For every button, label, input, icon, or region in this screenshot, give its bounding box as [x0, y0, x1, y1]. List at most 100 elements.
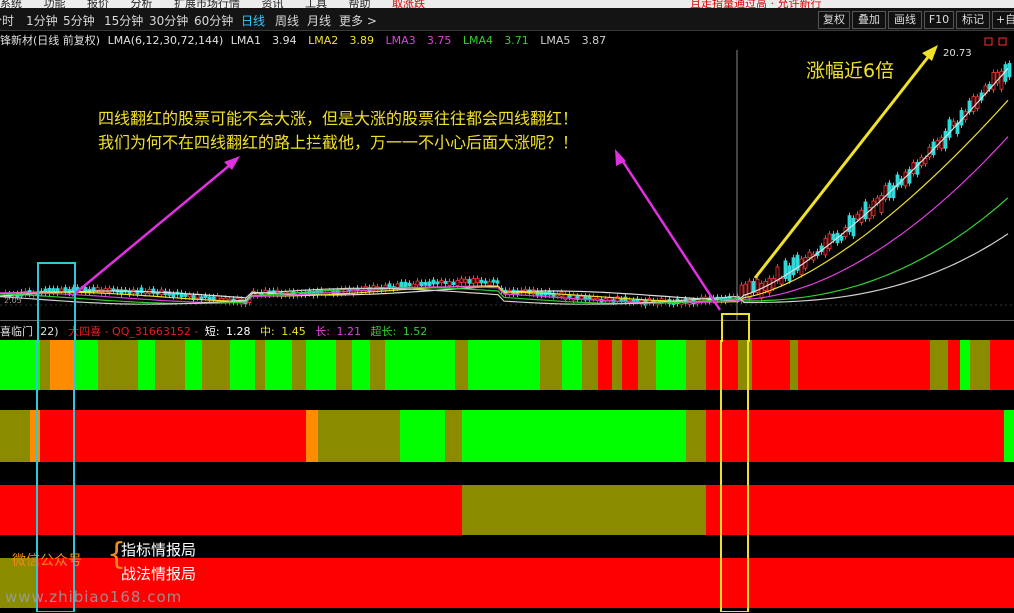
- candle: [571, 294, 576, 301]
- period-tab-15min[interactable]: 15分钟: [104, 12, 143, 29]
- indicator-segment: [686, 340, 706, 390]
- indicator-segment: [960, 340, 970, 390]
- candle: [95, 287, 100, 291]
- adjust-button[interactable]: 复权: [818, 11, 850, 29]
- ma-line: [0, 197, 1009, 305]
- candle: [187, 294, 192, 298]
- candle: [411, 283, 416, 288]
- menu-item[interactable]: 功能: [44, 0, 66, 8]
- candle: [827, 233, 832, 250]
- indicator-segment: [562, 340, 582, 390]
- menu-item[interactable]: 报价: [87, 0, 109, 8]
- indicator-segment: [352, 340, 370, 390]
- watermark-line2: 战法情报局: [121, 565, 197, 583]
- rise-arrow: [753, 51, 934, 279]
- period-tab-daily[interactable]: 日线: [241, 12, 265, 29]
- watermark-line1: 指标情报局: [121, 541, 197, 559]
- indicator-segment: [265, 340, 292, 390]
- candle: [591, 296, 596, 300]
- candle: [483, 280, 488, 284]
- indicator-segment: [185, 340, 202, 390]
- candle: [415, 280, 420, 286]
- indicator-segment: [656, 340, 686, 390]
- indicator-segment: [948, 340, 960, 390]
- indicator-segment: [255, 340, 265, 390]
- indicator-segment: [706, 485, 1014, 535]
- ma-line: [0, 67, 1009, 302]
- indicator-segment: [98, 340, 138, 390]
- indicator-segment: [1004, 410, 1014, 462]
- menu-item[interactable]: 工具: [305, 0, 327, 8]
- menu-item[interactable]: 分析: [131, 0, 153, 8]
- mark-button[interactable]: 标记: [956, 11, 990, 29]
- candle: [807, 251, 812, 258]
- annotation-arrow-right: [616, 153, 722, 311]
- indicator-segment: [292, 340, 306, 390]
- menu-item[interactable]: 帮助: [349, 0, 371, 8]
- candle: [587, 296, 592, 300]
- candle: [839, 235, 844, 241]
- indicator-segment: [598, 340, 612, 390]
- indicator-segment: [138, 340, 155, 390]
- candle: [791, 257, 796, 276]
- menu-item[interactable]: 系统: [0, 0, 22, 8]
- candle: [855, 213, 860, 220]
- short-label: 短:: [204, 325, 220, 338]
- period-tab-60min[interactable]: 60分钟: [194, 12, 233, 29]
- period-tab-5min[interactable]: 5分钟: [63, 12, 95, 29]
- indicator-segment: [638, 340, 656, 390]
- candle: [431, 279, 436, 285]
- candle: [443, 280, 448, 284]
- period-tab-more[interactable]: 更多 >: [339, 12, 377, 29]
- watermark-wechat: 微信公众号: [12, 553, 82, 569]
- indicator-segment: [0, 485, 462, 535]
- menu-item[interactable]: 扩展市场行情: [174, 0, 240, 8]
- candle: [151, 288, 156, 294]
- long-label: 长:: [315, 325, 330, 338]
- candle: [943, 130, 948, 149]
- period-toolbar: 分时 1分钟 5分钟 15分钟 30分钟 60分钟 日线 周线 月线 更多 > …: [0, 8, 1014, 31]
- indicator-segment: [230, 340, 255, 390]
- candle: [495, 280, 500, 284]
- indicator-segment: [0, 340, 40, 390]
- custom-button[interactable]: +自: [992, 11, 1014, 29]
- candle: [463, 278, 468, 283]
- overlay-button[interactable]: 叠加: [852, 11, 886, 29]
- marker-icon: [998, 37, 1007, 46]
- short-item: 短: 1.28: [205, 325, 254, 338]
- indicator-segment: [798, 340, 930, 390]
- candle: [451, 281, 456, 285]
- candle: [403, 281, 408, 288]
- period-tab-intraday[interactable]: 分时: [0, 12, 14, 29]
- draw-line-button[interactable]: 画线: [888, 11, 922, 29]
- panel-divider: [0, 320, 1014, 321]
- menu-item[interactable]: 资讯: [262, 0, 284, 8]
- indicator-segment: [790, 340, 798, 390]
- indicator-segment: [752, 340, 790, 390]
- period-tab-weekly[interactable]: 周线: [275, 12, 299, 29]
- marker-icon: [984, 37, 993, 46]
- candle: [427, 281, 432, 287]
- indicator-segment: [385, 340, 455, 390]
- indicator-segment: [462, 485, 706, 535]
- candle: [387, 283, 392, 288]
- period-tab-monthly[interactable]: 月线: [307, 12, 331, 29]
- period-tab-30min[interactable]: 30分钟: [149, 12, 188, 29]
- indicator-segment: [52, 410, 306, 462]
- indicator-segment: [400, 410, 445, 462]
- indicator-segment: [50, 340, 75, 390]
- candle: [455, 280, 460, 286]
- menu-bar: 系统 功能 报价 分析 扩展市场行情 资讯 工具 帮助 取涨跌 且走指量通过高 …: [0, 0, 1014, 8]
- indicator-segment: [738, 340, 752, 390]
- period-tab-1min[interactable]: 1分钟: [26, 12, 58, 29]
- candle: [487, 281, 492, 286]
- indicator-segment: [445, 410, 462, 462]
- candle: [831, 233, 836, 241]
- candle: [799, 258, 804, 276]
- candle: [747, 280, 752, 299]
- candle: [423, 281, 428, 286]
- indicator-segment: [455, 340, 468, 390]
- f10-button[interactable]: F10: [924, 11, 954, 29]
- arrow-head: [922, 45, 938, 61]
- candle: [439, 280, 444, 283]
